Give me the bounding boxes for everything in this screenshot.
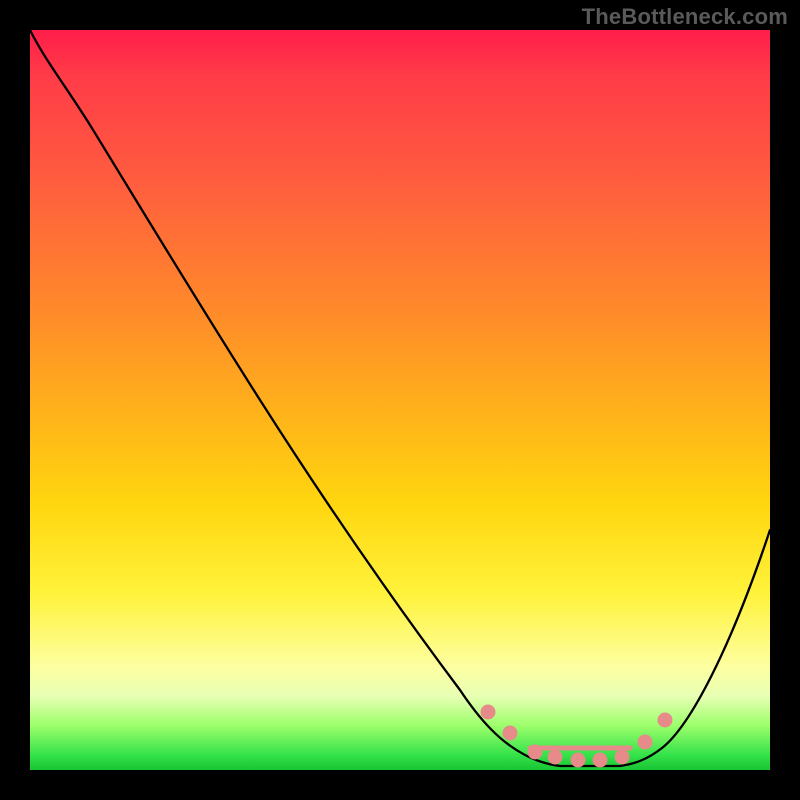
marker-dot xyxy=(640,737,650,747)
marker-dot xyxy=(550,752,560,762)
watermark-text: TheBottleneck.com xyxy=(582,4,788,30)
bottleneck-curve xyxy=(30,30,770,766)
curve-layer xyxy=(30,30,770,770)
valley-markers xyxy=(483,707,670,765)
marker-dot xyxy=(660,715,670,725)
marker-dot xyxy=(483,707,493,717)
marker-dot xyxy=(595,755,605,765)
marker-dot xyxy=(617,752,627,762)
chart-frame: TheBottleneck.com xyxy=(0,0,800,800)
plot-area xyxy=(30,30,770,770)
marker-dot xyxy=(505,728,515,738)
marker-dot xyxy=(530,747,540,757)
marker-dot xyxy=(573,755,583,765)
